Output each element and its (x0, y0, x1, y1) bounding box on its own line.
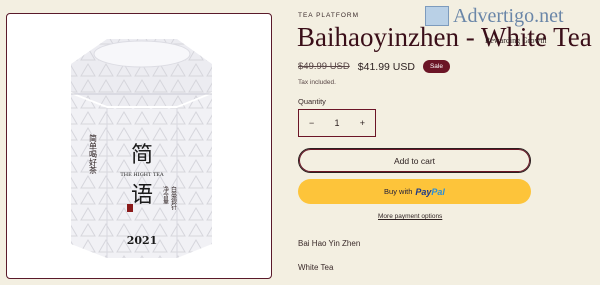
product-image[interactable]: 简单喝好茶 简 THE HIGHT TEA 语 2021 净含量 白毫银针 (6, 13, 272, 279)
quantity-label: Quantity (298, 97, 326, 106)
quantity-stepper: − 1 + (298, 109, 376, 137)
tax-note: Tax included. (298, 79, 336, 86)
package-char-1: 简 (131, 143, 153, 168)
sale-badge: Sale (422, 60, 450, 73)
package-right-text-1: 净含量 (162, 185, 169, 205)
paypal-logo: PayPal (415, 186, 445, 197)
compare-price: $49.99 USD (298, 61, 350, 72)
price-row: $49.99 USD $41.99 USD Sale (298, 60, 450, 73)
package-side-text: 简单喝好茶 (89, 133, 98, 174)
more-payment-options-link[interactable]: More payment options (378, 213, 442, 220)
paypal-button-label: Buy with (384, 187, 413, 196)
watermark: Advertigo.net Rewarding Growth (425, 3, 597, 48)
vendor-label: TEA PLATFORM (298, 12, 359, 19)
description-line-2: White Tea (298, 263, 334, 272)
package-seal (127, 204, 133, 212)
quantity-input[interactable]: 1 (334, 118, 339, 128)
package-char-2: 语 (131, 183, 153, 208)
description-line-1: Bai Hao Yin Zhen (298, 239, 361, 248)
watermark-tagline: Rewarding Growth (485, 36, 547, 45)
paypal-button[interactable]: Buy with PayPal (298, 179, 531, 204)
package-subtitle: THE HIGHT TEA (120, 172, 164, 178)
package-right-text-2: 白毫银针 (170, 185, 177, 211)
world-map-icon (425, 6, 449, 26)
watermark-brand: Advertigo.net (453, 5, 564, 27)
package-year: 2021 (127, 234, 158, 247)
increase-quantity-button[interactable]: + (360, 118, 365, 128)
decrease-quantity-button[interactable]: − (309, 118, 314, 128)
add-to-cart-button[interactable]: Add to cart (298, 148, 531, 173)
sale-price: $41.99 USD (357, 60, 415, 73)
